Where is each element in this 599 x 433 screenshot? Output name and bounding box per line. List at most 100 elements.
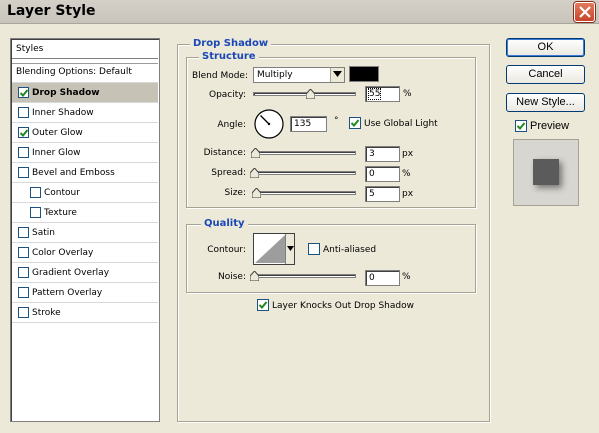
checkmark-icon <box>516 122 526 130</box>
contour-dropdown-button[interactable] <box>285 234 294 264</box>
style-item[interactable]: Color Overlay <box>12 243 158 263</box>
noise-slider-thumb[interactable] <box>250 271 259 281</box>
angle-label: Angle: <box>217 120 246 130</box>
noise-slider[interactable] <box>250 271 356 281</box>
style-item-checkbox[interactable] <box>18 267 29 278</box>
distance-slider-thumb[interactable] <box>251 148 260 158</box>
noise-value: 0 <box>369 273 375 283</box>
angle-field[interactable]: 135 <box>290 116 327 132</box>
contour-label: Contour: <box>207 245 246 255</box>
styles-header[interactable]: Styles <box>12 40 158 59</box>
style-item[interactable]: Drop Shadow <box>12 83 158 103</box>
noise-field[interactable]: 0 <box>365 270 400 286</box>
style-item-checkbox[interactable] <box>18 127 29 138</box>
noise-unit: % <box>402 272 411 282</box>
checkmark-icon <box>19 129 29 137</box>
style-item-checkbox[interactable] <box>18 247 29 258</box>
close-icon <box>579 6 591 18</box>
blending-options-label: Blending Options: Default <box>16 67 132 77</box>
style-item[interactable]: Outer Glow <box>12 123 158 143</box>
structure-title: Structure <box>199 51 259 62</box>
spread-slider-thumb[interactable] <box>250 168 259 178</box>
style-item-label: Satin <box>32 228 55 238</box>
style-item[interactable]: Stroke <box>12 303 158 323</box>
style-item-label: Bevel and Emboss <box>32 168 115 178</box>
size-label: Size: <box>224 188 246 198</box>
size-slider-thumb[interactable] <box>252 188 261 198</box>
style-item-checkbox[interactable] <box>18 87 29 98</box>
style-item[interactable]: Contour <box>12 183 158 203</box>
preview-area <box>513 139 579 206</box>
drop-shadow-title: Drop Shadow <box>190 38 272 49</box>
preview-label[interactable]: Preview <box>530 120 569 132</box>
angle-unit: ° <box>334 116 339 126</box>
opacity-slider[interactable] <box>253 89 356 99</box>
blend-mode-value: Multiply <box>257 70 293 80</box>
distance-slider[interactable] <box>251 148 356 158</box>
use-global-light-label[interactable]: Use Global Light <box>364 119 438 129</box>
style-item-checkbox[interactable] <box>30 187 41 198</box>
style-item-label: Stroke <box>32 308 61 318</box>
style-item[interactable]: Pattern Overlay <box>12 283 158 303</box>
opacity-field[interactable]: 55 <box>365 86 400 102</box>
style-item-label: Texture <box>44 208 77 218</box>
preview-swatch <box>533 159 559 185</box>
anti-aliased-label[interactable]: Anti-aliased <box>323 245 376 255</box>
style-item[interactable]: Satin <box>12 223 158 243</box>
style-item[interactable]: Texture <box>12 203 158 223</box>
style-item-label: Inner Shadow <box>32 108 94 118</box>
style-item[interactable]: Inner Shadow <box>12 103 158 123</box>
opacity-label: Opacity: <box>209 90 246 100</box>
new-style-button[interactable]: New Style... <box>506 93 585 112</box>
style-item[interactable]: Bevel and Emboss <box>12 163 158 183</box>
style-item-checkbox[interactable] <box>30 207 41 218</box>
anti-aliased-checkbox[interactable] <box>308 243 320 255</box>
contour-picker[interactable] <box>253 233 295 265</box>
size-field[interactable]: 5 <box>365 186 400 202</box>
checkmark-icon <box>258 301 268 309</box>
preview-checkbox[interactable] <box>515 120 527 132</box>
spread-slider[interactable] <box>250 168 356 178</box>
styles-list: Styles Blending Options: Default Drop Sh… <box>10 38 160 422</box>
knockout-checkbox[interactable] <box>257 299 269 311</box>
style-item-checkbox[interactable] <box>18 307 29 318</box>
checkmark-icon <box>350 119 360 127</box>
chevron-down-icon <box>330 68 344 82</box>
style-item-checkbox[interactable] <box>18 147 29 158</box>
style-item-checkbox[interactable] <box>18 227 29 238</box>
spread-field[interactable]: 0 <box>365 166 400 182</box>
shadow-color-swatch[interactable] <box>349 66 379 82</box>
angle-value: 135 <box>294 119 312 129</box>
use-global-light-checkbox[interactable] <box>349 117 361 129</box>
window-title: Layer Style <box>7 3 96 19</box>
angle-dial[interactable] <box>253 108 285 140</box>
quality-title: Quality <box>201 218 248 229</box>
style-item[interactable]: Inner Glow <box>12 143 158 163</box>
size-slider[interactable] <box>252 188 356 198</box>
style-item[interactable]: Gradient Overlay <box>12 263 158 283</box>
blend-mode-select[interactable]: Multiply <box>253 67 345 83</box>
distance-value: 3 <box>369 149 375 159</box>
close-button[interactable] <box>574 2 595 22</box>
quality-group <box>186 224 476 293</box>
style-item-checkbox[interactable] <box>18 287 29 298</box>
style-item-label: Inner Glow <box>32 148 81 158</box>
style-item-label: Gradient Overlay <box>32 268 110 278</box>
distance-label: Distance: <box>203 148 246 158</box>
ok-button[interactable]: OK <box>506 38 585 57</box>
cancel-button[interactable]: Cancel <box>506 65 585 84</box>
style-item-label: Pattern Overlay <box>32 288 103 298</box>
knockout-label[interactable]: Layer Knocks Out Drop Shadow <box>272 301 414 311</box>
style-item-checkbox[interactable] <box>18 107 29 118</box>
style-item-checkbox[interactable] <box>18 167 29 178</box>
chevron-down-icon <box>287 246 294 251</box>
distance-field[interactable]: 3 <box>365 146 400 162</box>
style-item-label: Outer Glow <box>32 128 83 138</box>
opacity-slider-thumb[interactable] <box>306 89 315 99</box>
distance-unit: px <box>402 149 414 159</box>
contour-curve-icon <box>255 235 285 263</box>
opacity-value: 55 <box>367 88 382 100</box>
blending-options-item[interactable]: Blending Options: Default <box>12 63 158 83</box>
style-item-label: Contour <box>44 188 80 198</box>
style-item-label: Color Overlay <box>32 248 94 258</box>
